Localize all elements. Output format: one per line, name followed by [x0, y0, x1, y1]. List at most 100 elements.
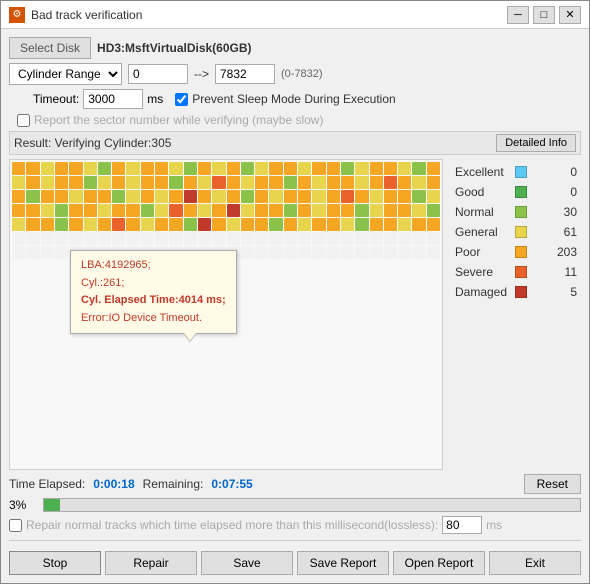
grid-cell[interactable]	[198, 204, 211, 217]
grid-cell[interactable]	[269, 190, 282, 203]
grid-cell[interactable]	[241, 204, 254, 217]
grid-cell[interactable]	[112, 176, 125, 189]
grid-cell[interactable]	[284, 218, 297, 231]
grid-cell[interactable]	[84, 218, 97, 231]
grid-cell[interactable]	[412, 162, 425, 175]
grid-cell[interactable]	[412, 246, 425, 259]
range-type-dropdown[interactable]: Cylinder Range	[9, 63, 122, 85]
grid-cell[interactable]	[98, 204, 111, 217]
grid-cell[interactable]	[341, 204, 354, 217]
grid-cell[interactable]	[126, 218, 139, 231]
grid-cell[interactable]	[312, 246, 325, 259]
grid-cell[interactable]	[69, 176, 82, 189]
repair-ms-input[interactable]	[442, 516, 482, 534]
grid-cell[interactable]	[427, 204, 440, 217]
grid-cell[interactable]	[98, 190, 111, 203]
grid-cell[interactable]	[355, 176, 368, 189]
grid-cell[interactable]	[26, 162, 39, 175]
grid-cell[interactable]	[169, 204, 182, 217]
grid-cell[interactable]	[312, 162, 325, 175]
grid-cell[interactable]	[341, 176, 354, 189]
grid-cell[interactable]	[355, 246, 368, 259]
grid-cell[interactable]	[41, 246, 54, 259]
grid-cell[interactable]	[255, 162, 268, 175]
grid-cell[interactable]	[341, 190, 354, 203]
grid-cell[interactable]	[370, 246, 383, 259]
grid-cell[interactable]	[155, 218, 168, 231]
report-sector-checkbox[interactable]	[17, 114, 30, 127]
grid-cell[interactable]	[141, 218, 154, 231]
grid-cell[interactable]	[212, 218, 225, 231]
grid-cell[interactable]	[284, 162, 297, 175]
grid-cell[interactable]	[41, 218, 54, 231]
grid-cell[interactable]	[384, 162, 397, 175]
grid-cell[interactable]	[184, 162, 197, 175]
minimize-button[interactable]: ─	[507, 6, 529, 24]
grid-cell[interactable]	[412, 232, 425, 245]
grid-cell[interactable]	[327, 162, 340, 175]
grid-cell[interactable]	[212, 204, 225, 217]
grid-cell[interactable]	[12, 162, 25, 175]
grid-cell[interactable]	[84, 190, 97, 203]
grid-cell[interactable]	[298, 218, 311, 231]
grid-cell[interactable]	[227, 162, 240, 175]
grid-cell[interactable]	[98, 176, 111, 189]
grid-cell[interactable]	[327, 204, 340, 217]
grid-cell[interactable]	[355, 162, 368, 175]
grid-cell[interactable]	[384, 190, 397, 203]
grid-cell[interactable]	[69, 232, 82, 245]
grid-cell[interactable]	[341, 218, 354, 231]
grid-cell[interactable]	[26, 176, 39, 189]
grid-cell[interactable]	[155, 204, 168, 217]
grid-cell[interactable]	[12, 218, 25, 231]
grid-cell[interactable]	[41, 204, 54, 217]
grid-cell[interactable]	[355, 232, 368, 245]
grid-cell[interactable]	[355, 190, 368, 203]
grid-cell[interactable]	[298, 246, 311, 259]
grid-cell[interactable]	[41, 190, 54, 203]
grid-cell[interactable]	[312, 218, 325, 231]
grid-cell[interactable]	[284, 176, 297, 189]
grid-cell[interactable]	[12, 232, 25, 245]
grid-cell[interactable]	[126, 204, 139, 217]
grid-cell[interactable]	[12, 190, 25, 203]
grid-cell[interactable]	[370, 218, 383, 231]
grid-cell[interactable]	[398, 176, 411, 189]
detailed-info-button[interactable]: Detailed Info	[496, 134, 576, 152]
grid-cell[interactable]	[398, 218, 411, 231]
grid-cell[interactable]	[341, 162, 354, 175]
grid-cell[interactable]	[126, 190, 139, 203]
grid-cell[interactable]	[198, 176, 211, 189]
grid-cell[interactable]	[427, 162, 440, 175]
grid-cell[interactable]	[212, 176, 225, 189]
grid-cell[interactable]	[412, 190, 425, 203]
grid-cell[interactable]	[255, 246, 268, 259]
grid-cell[interactable]	[126, 232, 139, 245]
grid-cell[interactable]	[212, 190, 225, 203]
grid-cell[interactable]	[284, 246, 297, 259]
grid-cell[interactable]	[227, 204, 240, 217]
grid-cell[interactable]	[41, 162, 54, 175]
close-button[interactable]: ✕	[559, 6, 581, 24]
grid-cell[interactable]	[384, 176, 397, 189]
select-disk-button[interactable]: Select Disk	[9, 37, 91, 59]
grid-cell[interactable]	[312, 204, 325, 217]
grid-cell[interactable]	[141, 162, 154, 175]
grid-cell[interactable]	[269, 176, 282, 189]
grid-cell[interactable]	[384, 246, 397, 259]
grid-cell[interactable]	[184, 232, 197, 245]
grid-cell[interactable]	[169, 162, 182, 175]
grid-cell[interactable]	[212, 232, 225, 245]
grid-cell[interactable]	[184, 204, 197, 217]
grid-cell[interactable]	[269, 232, 282, 245]
grid-cell[interactable]	[12, 176, 25, 189]
grid-cell[interactable]	[427, 218, 440, 231]
grid-cell[interactable]	[69, 218, 82, 231]
grid-cell[interactable]	[84, 162, 97, 175]
grid-cell[interactable]	[370, 190, 383, 203]
maximize-button[interactable]: □	[533, 6, 555, 24]
grid-cell[interactable]	[169, 232, 182, 245]
grid-cell[interactable]	[141, 204, 154, 217]
grid-cell[interactable]	[155, 176, 168, 189]
grid-cell[interactable]	[198, 218, 211, 231]
